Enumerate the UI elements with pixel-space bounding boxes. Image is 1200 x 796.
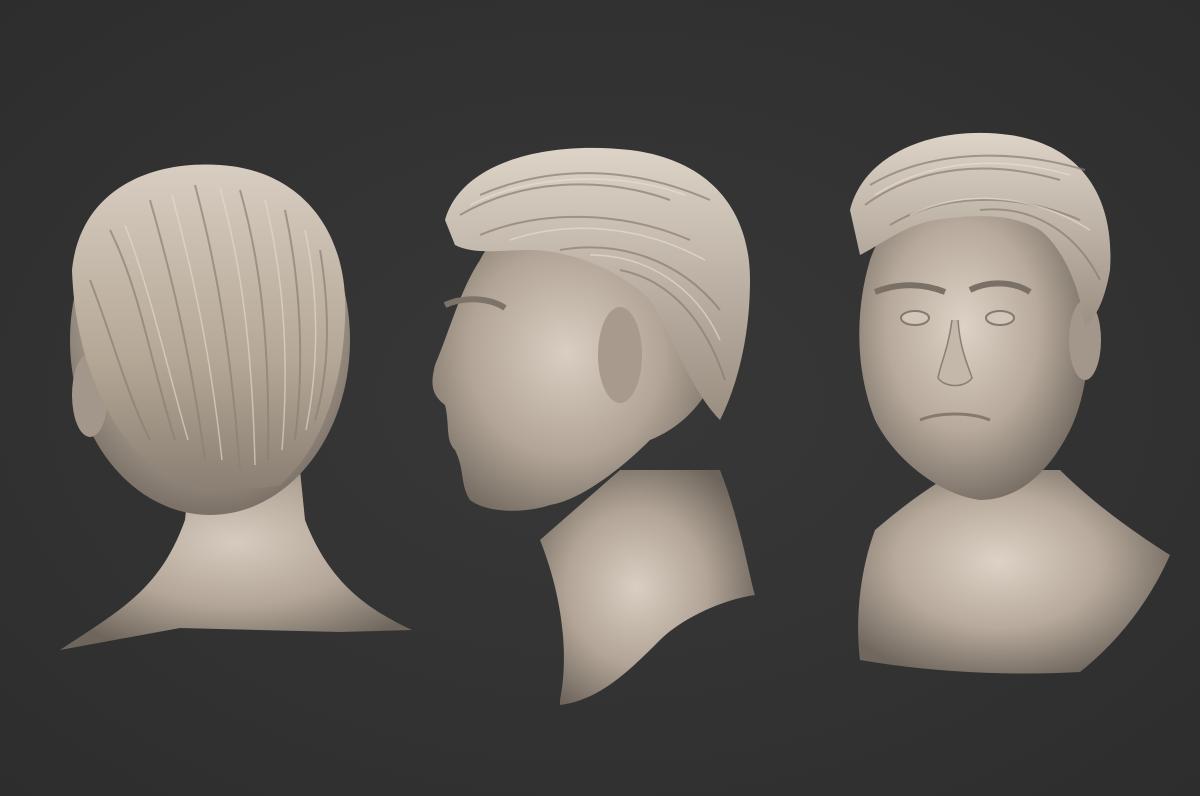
- sculpt-viewport: [0, 0, 1200, 796]
- bust-back-view: [0, 0, 430, 796]
- bust-front-view: [830, 0, 1190, 796]
- bust-side-view: [420, 0, 780, 796]
- bust-side-graphic: [432, 147, 755, 705]
- bust-back-graphic: [60, 164, 412, 650]
- front-eye-right: [985, 310, 1015, 326]
- bust-front-graphic: [850, 132, 1170, 674]
- front-chest: [858, 470, 1170, 674]
- side-neck: [540, 470, 755, 705]
- front-eye-left: [900, 310, 930, 326]
- side-ear: [598, 307, 642, 403]
